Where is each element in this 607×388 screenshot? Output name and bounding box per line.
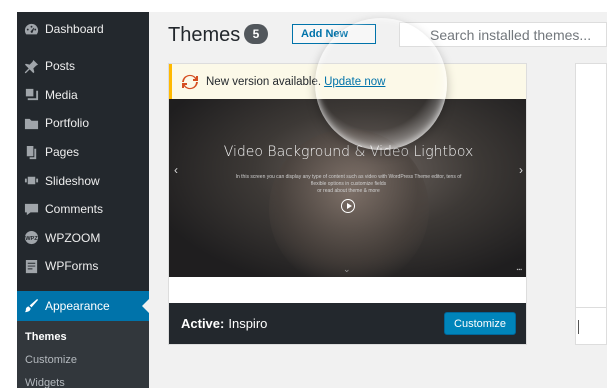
brush-icon <box>23 298 39 314</box>
screenshot-corner-mark: ▪▪▪ <box>516 267 522 273</box>
card-divider <box>576 307 606 308</box>
pin-icon <box>23 58 39 74</box>
sidebar-item-wpforms[interactable]: WPForms <box>17 252 149 281</box>
sidebar-item-media[interactable]: Media <box>17 81 149 110</box>
refresh-icon <box>182 74 198 89</box>
main-content: Themes 5 Add New New version available. … <box>149 12 607 388</box>
sidebar-item-label: WPForms <box>45 259 99 274</box>
customize-button[interactable]: Customize <box>444 312 516 335</box>
sidebar-item-label: Pages <box>45 145 80 160</box>
chevron-left-icon: ‹ <box>174 163 178 177</box>
sidebar-item-label: Dashboard <box>45 22 104 36</box>
active-label: Active: <box>181 316 225 331</box>
sidebar-item-posts[interactable]: Posts <box>17 52 149 81</box>
sidebar-item-wpzoom[interactable]: WPZ WPZOOM <box>17 224 149 253</box>
sidebar-item-portfolio[interactable]: Portfolio <box>17 109 149 138</box>
update-now-link[interactable]: Update now <box>324 76 385 88</box>
theme-card-next[interactable] <box>575 63 607 345</box>
pages-icon <box>23 144 39 160</box>
sidebar-item-label: Appearance <box>45 298 110 313</box>
sidebar-item-label: Posts <box>45 59 76 74</box>
sidebar-item-label: Comments <box>45 202 104 217</box>
sidebar-item-slideshow[interactable]: Slideshow <box>17 166 149 195</box>
theme-name: Inspiro <box>228 316 268 331</box>
submenu-item-customize[interactable]: Customize <box>17 350 149 373</box>
update-notice-text: New version available. <box>206 75 322 88</box>
card-edge-mark <box>578 320 579 334</box>
svg-text:WPZ: WPZ <box>25 236 38 242</box>
add-new-button[interactable]: Add New <box>292 24 376 44</box>
media-icon <box>23 87 39 103</box>
theme-screenshot[interactable]: Video Background & Video Lightbox In thi… <box>169 99 526 277</box>
sidebar-item-comments[interactable]: Comments <box>17 195 149 224</box>
theme-card-active[interactable]: New version available. Update now Video … <box>168 63 527 345</box>
forms-icon <box>23 258 39 274</box>
appearance-submenu: Themes Customize Widgets <box>17 320 149 388</box>
chevron-right-icon: › <box>519 163 523 177</box>
sidebar-item-label: WPZOOM <box>45 230 101 245</box>
chevron-down-icon: ⌄ <box>343 264 351 274</box>
submenu-item-widgets[interactable]: Widgets <box>17 373 149 388</box>
comment-icon <box>23 201 39 217</box>
wpzoom-icon: WPZ <box>23 230 39 246</box>
play-icon <box>341 199 355 213</box>
sidebar-item-appearance[interactable]: Appearance <box>17 290 149 321</box>
submenu-item-themes[interactable]: Themes <box>17 327 149 350</box>
folder-icon <box>23 115 39 131</box>
search-themes-input[interactable] <box>399 22 607 47</box>
slideshow-icon <box>23 173 39 189</box>
update-notice: New version available. Update now <box>169 64 526 99</box>
sidebar-item-pages[interactable]: Pages <box>17 138 149 167</box>
screenshot-subtitle: In this screen you can display any type … <box>235 174 462 194</box>
dashboard-icon <box>23 21 39 37</box>
sidebar-item-label: Slideshow <box>45 173 100 188</box>
theme-count-badge: 5 <box>244 24 268 44</box>
theme-card-footer: Active: Inspiro Customize <box>169 303 526 344</box>
admin-sidebar: Dashboard Posts Media Portfolio Pages Sl… <box>17 12 149 388</box>
sidebar-item-label: Portfolio <box>45 116 90 131</box>
page-title: Themes <box>168 24 241 46</box>
sidebar-item-dashboard[interactable]: Dashboard <box>17 12 149 46</box>
screenshot-headline: Video Background & Video Lightbox <box>223 144 474 160</box>
sidebar-item-label: Media <box>45 87 78 102</box>
